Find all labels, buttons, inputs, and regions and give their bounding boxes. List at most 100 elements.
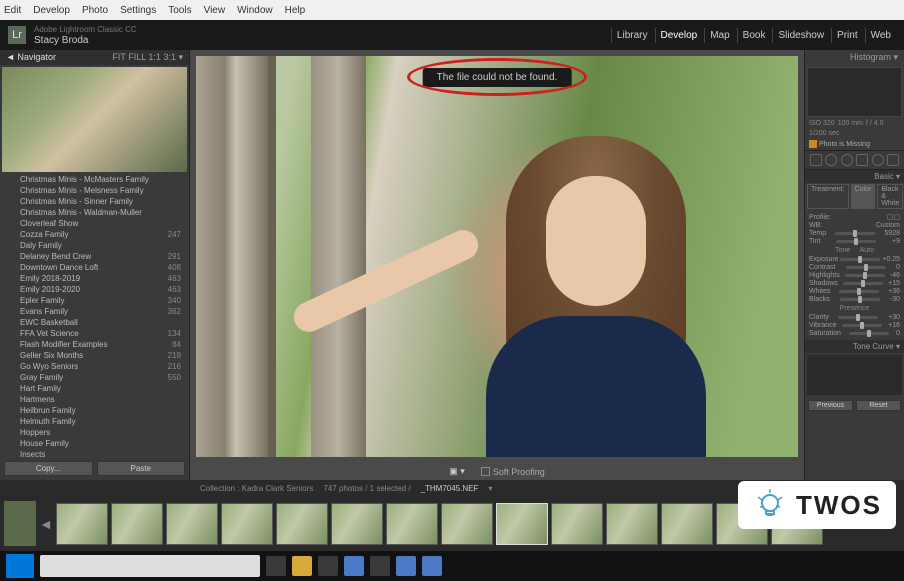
slider-vibrance[interactable]: Vibrance+16 — [809, 322, 900, 329]
menu-view[interactable]: View — [204, 5, 226, 16]
navigator-preview[interactable] — [2, 67, 187, 172]
slider-saturation[interactable]: Saturation0 — [809, 330, 900, 337]
folder-item[interactable]: Flash Modifier Examples84 — [0, 339, 189, 350]
module-print[interactable]: Print — [831, 28, 863, 43]
profile-row[interactable]: Profile:▢▢ — [809, 213, 900, 221]
filmstrip-prev-icon[interactable]: ◄ — [39, 516, 53, 532]
module-book[interactable]: Book — [737, 28, 771, 43]
folder-item[interactable]: Christmas Minis - Sinner Family — [0, 196, 189, 207]
module-library[interactable]: Library — [611, 28, 653, 43]
windows-start-icon[interactable] — [6, 554, 34, 578]
treatment-color[interactable]: Color — [851, 184, 876, 209]
folder-item[interactable]: Helmuth Family — [0, 416, 189, 427]
folder-item[interactable]: Downtown Dance Loft408 — [0, 262, 189, 273]
taskbar-icon[interactable] — [266, 556, 286, 576]
folder-item[interactable]: Heilbrun Family — [0, 405, 189, 416]
filmstrip-thumb[interactable] — [56, 503, 108, 545]
menu-develop[interactable]: Develop — [33, 5, 70, 16]
spot-removal-icon[interactable] — [825, 154, 837, 166]
filmstrip-thumb[interactable] — [441, 503, 493, 545]
image-viewer[interactable]: The file could not be found. — [196, 56, 798, 457]
folder-item[interactable]: Daly Family — [0, 240, 189, 251]
filmstrip-thumb[interactable] — [221, 503, 273, 545]
filmstrip-thumb[interactable] — [166, 503, 218, 545]
folder-item[interactable]: Hartmens — [0, 394, 189, 405]
module-slideshow[interactable]: Slideshow — [772, 28, 829, 43]
folder-item[interactable]: House Family — [0, 438, 189, 449]
slider-exposure[interactable]: Exposure+0.25 — [809, 256, 900, 263]
folder-item[interactable]: EWC Basketball — [0, 317, 189, 328]
navigator-header[interactable]: ◄ Navigator FIT FILL 1:1 3:1 ▾ — [0, 50, 189, 65]
slider-whites[interactable]: Whites+36 — [809, 288, 900, 295]
slider-shadows[interactable]: Shadows+15 — [809, 280, 900, 287]
histogram-header[interactable]: Histogram ▾ — [805, 50, 904, 65]
folder-item[interactable]: Cozza Family247 — [0, 229, 189, 240]
lightroom-taskbar-icon[interactable] — [344, 556, 364, 576]
filmstrip-thumb[interactable] — [386, 503, 438, 545]
crop-tool-icon[interactable] — [810, 154, 822, 166]
taskbar-icon[interactable] — [370, 556, 390, 576]
menu-edit[interactable]: Edit — [4, 5, 21, 16]
folder-item[interactable]: Emily 2019-2020463 — [0, 284, 189, 295]
folder-item[interactable]: Evans Family362 — [0, 306, 189, 317]
tone-curve[interactable] — [807, 355, 902, 395]
slider-tint[interactable]: Tint+9 — [809, 238, 900, 245]
folder-item[interactable]: Christmas Minis - Waldman-Muller — [0, 207, 189, 218]
filmstrip-thumb[interactable] — [276, 503, 328, 545]
menu-tools[interactable]: Tools — [168, 5, 191, 16]
before-after-toggle[interactable]: ▣ ▾ — [449, 466, 465, 477]
filmstrip-thumb[interactable] — [606, 503, 658, 545]
folder-item[interactable]: Christmas Minis - Melsness Family — [0, 185, 189, 196]
folder-item[interactable]: Go Wyo Seniors216 — [0, 361, 189, 372]
slider-blacks[interactable]: Blacks-30 — [809, 296, 900, 303]
paste-button[interactable]: Paste — [97, 461, 186, 476]
module-develop[interactable]: Develop — [655, 28, 703, 43]
filmstrip-thumb[interactable] — [661, 503, 713, 545]
filmstrip-thumb[interactable] — [551, 503, 603, 545]
taskbar-icon[interactable] — [396, 556, 416, 576]
menu-settings[interactable]: Settings — [120, 5, 156, 16]
folder-item[interactable]: Gray Family550 — [0, 372, 189, 383]
module-web[interactable]: Web — [865, 28, 896, 43]
reset-button[interactable]: Reset — [856, 400, 901, 411]
radial-filter-icon[interactable] — [872, 154, 884, 166]
file-explorer-icon[interactable] — [292, 556, 312, 576]
navigator-modes[interactable]: FIT FILL 1:1 3:1 ▾ — [112, 52, 183, 63]
slider-clarity[interactable]: Clarity+30 — [809, 314, 900, 321]
previous-button[interactable]: Previous — [808, 400, 853, 411]
slider-contrast[interactable]: Contrast0 — [809, 264, 900, 271]
slider-temp[interactable]: Temp5928 — [809, 230, 900, 237]
folder-list[interactable]: Christmas Minis - McMasters FamilyChrist… — [0, 174, 189, 457]
soft-proofing-toggle[interactable]: Soft Proofing — [481, 466, 545, 477]
folder-item[interactable]: Christmas Minis - McMasters Family — [0, 174, 189, 185]
folder-item[interactable]: Cloverleaf Show — [0, 218, 189, 229]
taskbar-icon[interactable] — [422, 556, 442, 576]
slider-highlights[interactable]: Highlights-46 — [809, 272, 900, 279]
folder-item[interactable]: Hoppers — [0, 427, 189, 438]
folder-item[interactable]: Delaney Bend Crew291 — [0, 251, 189, 262]
redeye-icon[interactable] — [841, 154, 853, 166]
brush-icon[interactable] — [887, 154, 899, 166]
photo-missing-warning[interactable]: Photo is Missing — [805, 138, 904, 150]
copy-button[interactable]: Copy... — [4, 461, 93, 476]
graduated-filter-icon[interactable] — [856, 154, 868, 166]
filmstrip-thumb[interactable] — [331, 503, 383, 545]
basic-header[interactable]: Basic ▾ — [805, 170, 904, 183]
taskbar-icon[interactable] — [318, 556, 338, 576]
file-not-found-banner[interactable]: The file could not be found. — [423, 68, 572, 87]
wb-row[interactable]: WB:Custom — [809, 222, 900, 229]
windows-search[interactable] — [40, 555, 260, 577]
folder-item[interactable]: FFA Vet Science134 — [0, 328, 189, 339]
folder-item[interactable]: Geller Six Months219 — [0, 350, 189, 361]
folder-item[interactable]: Hart Family — [0, 383, 189, 394]
menu-window[interactable]: Window — [237, 5, 273, 16]
folder-item[interactable]: Emily 2018-2019463 — [0, 273, 189, 284]
tone-curve-header[interactable]: Tone Curve ▾ — [805, 340, 904, 353]
module-map[interactable]: Map — [704, 28, 734, 43]
filmstrip-thumb-selected[interactable] — [496, 503, 548, 545]
treatment-bw[interactable]: Black & White — [877, 184, 903, 209]
histogram[interactable] — [807, 67, 902, 117]
folder-item[interactable]: Insects — [0, 449, 189, 457]
menu-help[interactable]: Help — [285, 5, 306, 16]
menu-photo[interactable]: Photo — [82, 5, 108, 16]
